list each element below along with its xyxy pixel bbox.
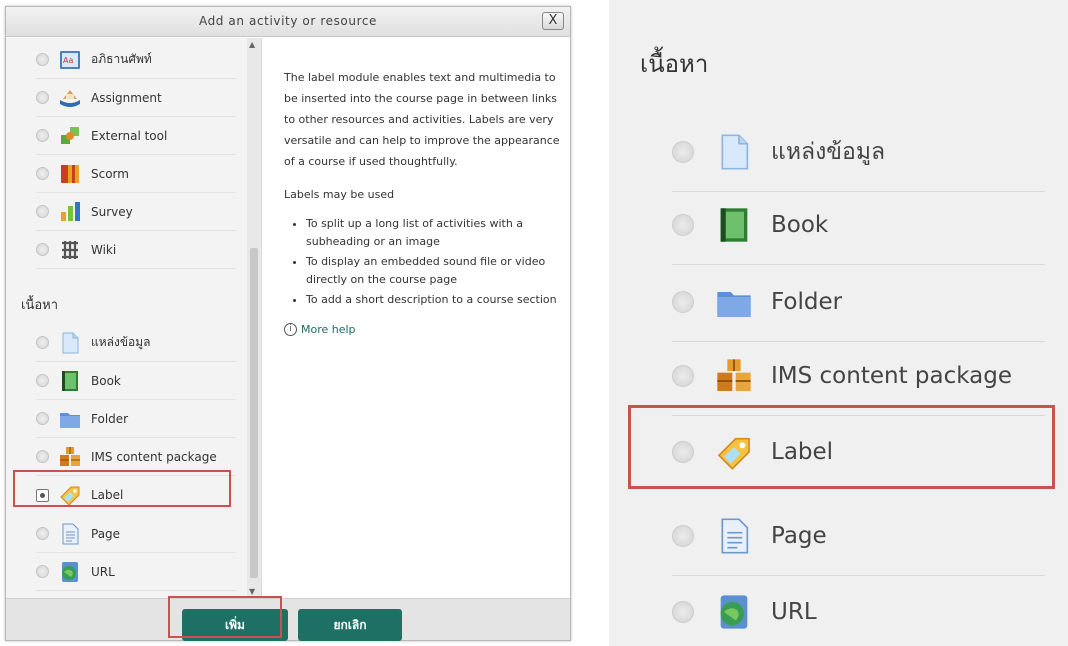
cancel-button[interactable]: ยกเลิก xyxy=(298,609,402,641)
file-icon xyxy=(62,332,79,353)
option-label: แหล่งข้อมูล xyxy=(91,335,151,349)
radio-button[interactable] xyxy=(36,91,49,104)
glossary-icon: Aa xyxy=(60,50,80,69)
options-list[interactable]: Aa อภิธานศัพท์ Assignment External tool … xyxy=(6,38,262,598)
help-description: The label module enables text and multim… xyxy=(284,71,560,168)
zoom-heading: เนื้อหา xyxy=(640,50,709,78)
close-button[interactable]: X xyxy=(542,12,564,30)
radio-button[interactable] xyxy=(672,364,694,387)
radio-button[interactable] xyxy=(672,213,694,236)
activity-chooser-dialog: Add an activity or resource X Aa อภิธานศ… xyxy=(5,6,571,641)
page-icon xyxy=(62,523,79,544)
radio-button[interactable] xyxy=(36,205,49,218)
zoom-item-label: Page xyxy=(771,522,827,549)
zoom-item-ims-package[interactable]: IMS content package xyxy=(672,336,1045,416)
zoom-item-page[interactable]: Page xyxy=(672,496,1045,576)
svg-text:Aa: Aa xyxy=(63,56,73,65)
radio-button[interactable] xyxy=(36,167,49,180)
option-book[interactable]: Book xyxy=(36,362,236,400)
option-url[interactable]: URL xyxy=(36,553,236,591)
option-label: Scorm xyxy=(91,166,129,181)
url-icon xyxy=(62,561,78,582)
radio-button[interactable] xyxy=(36,53,49,66)
radio-button[interactable] xyxy=(672,290,694,313)
ims-package-icon xyxy=(717,358,751,391)
zoom-item-label: แหล่งข้อมูล xyxy=(771,138,886,165)
options-scrollbar[interactable]: ▲ ▼ xyxy=(247,38,261,598)
option-scorm[interactable]: Scorm xyxy=(36,155,236,193)
radio-button[interactable] xyxy=(36,129,49,142)
book-icon xyxy=(720,207,748,242)
radio-button[interactable] xyxy=(36,565,49,578)
dialog-footer: เพิ่ม ยกเลิก xyxy=(6,598,570,641)
zoom-label-highlight-box xyxy=(628,405,1055,489)
radio-button[interactable] xyxy=(36,374,49,387)
zoom-item-label: Folder xyxy=(771,288,843,315)
help-pane: The label module enables text and multim… xyxy=(284,67,560,340)
radio-button[interactable] xyxy=(36,412,49,425)
zoom-item-label: URL xyxy=(771,598,817,625)
option-label: Survey xyxy=(91,204,133,219)
option-label: Page xyxy=(91,526,121,541)
radio-button[interactable] xyxy=(672,140,694,163)
radio-button[interactable] xyxy=(672,524,694,547)
scroll-down-arrow-icon[interactable]: ▼ xyxy=(249,587,255,596)
zoomed-resource-list: เนื้อหา แหล่งข้อมูล Book Folder IMS cont… xyxy=(609,0,1068,646)
url-icon xyxy=(720,594,748,629)
option-folder[interactable]: Folder xyxy=(36,400,236,438)
add-button-highlight-box xyxy=(168,596,282,638)
folder-icon xyxy=(60,412,80,428)
survey-icon xyxy=(61,201,80,221)
zoom-item-book[interactable]: Book xyxy=(672,185,1045,265)
label-highlight-box xyxy=(13,470,231,507)
option-label: Wiki xyxy=(91,242,117,257)
option-label: IMS content package xyxy=(91,449,217,464)
option-survey[interactable]: Survey xyxy=(36,193,236,231)
assignment-icon xyxy=(60,89,80,107)
option-external-tool[interactable]: External tool xyxy=(36,117,236,155)
help-bullet: To display an embedded sound file or vid… xyxy=(306,253,560,289)
option-label: Book xyxy=(91,373,121,388)
help-bullet: To add a short description to a course s… xyxy=(306,291,560,309)
zoom-item-folder[interactable]: Folder xyxy=(672,262,1045,342)
radio-button[interactable] xyxy=(36,336,49,349)
scroll-up-arrow-icon[interactable]: ▲ xyxy=(249,40,255,49)
option-glossary[interactable]: Aa อภิธานศัพท์ xyxy=(36,41,236,79)
option-file[interactable]: แหล่งข้อมูล xyxy=(36,324,236,362)
help-bullets: To split up a long list of activities wi… xyxy=(306,215,560,309)
option-wiki[interactable]: Wiki xyxy=(36,231,236,269)
zoom-item-url[interactable]: URL xyxy=(672,572,1045,646)
more-help-label[interactable]: More help xyxy=(301,319,356,340)
help-subheading: Labels may be used xyxy=(284,188,395,201)
external-tool-icon xyxy=(61,126,79,144)
scroll-thumb[interactable] xyxy=(250,248,258,578)
help-bullet: To split up a long list of activities wi… xyxy=(306,215,560,251)
ims-package-icon xyxy=(60,446,80,466)
radio-button[interactable] xyxy=(672,600,694,623)
folder-icon xyxy=(717,291,751,317)
zoom-item-label: Book xyxy=(771,211,829,238)
scorm-icon xyxy=(61,164,79,183)
page-icon xyxy=(721,518,749,553)
radio-button[interactable] xyxy=(36,527,49,540)
wiki-icon xyxy=(62,240,78,259)
radio-button[interactable] xyxy=(36,450,49,463)
option-label: URL xyxy=(91,564,115,579)
dialog-title: Add an activity or resource xyxy=(198,14,378,28)
file-icon xyxy=(721,134,749,169)
info-icon: i xyxy=(284,323,297,336)
book-icon xyxy=(62,370,78,391)
resources-heading: เนื้อหา xyxy=(21,298,59,313)
zoom-item-label: IMS content package xyxy=(771,362,1013,389)
radio-button[interactable] xyxy=(36,243,49,256)
option-label: Folder xyxy=(91,411,129,426)
option-page[interactable]: Page xyxy=(36,515,236,553)
more-help-link[interactable]: i More help xyxy=(284,319,560,340)
option-label: External tool xyxy=(91,128,168,143)
zoom-item-file[interactable]: แหล่งข้อมูล xyxy=(672,112,1045,192)
dialog-header: Add an activity or resource X xyxy=(6,7,570,37)
option-label: อภิธานศัพท์ xyxy=(91,52,152,66)
option-label: Assignment xyxy=(91,90,162,105)
option-assignment[interactable]: Assignment xyxy=(36,79,236,117)
